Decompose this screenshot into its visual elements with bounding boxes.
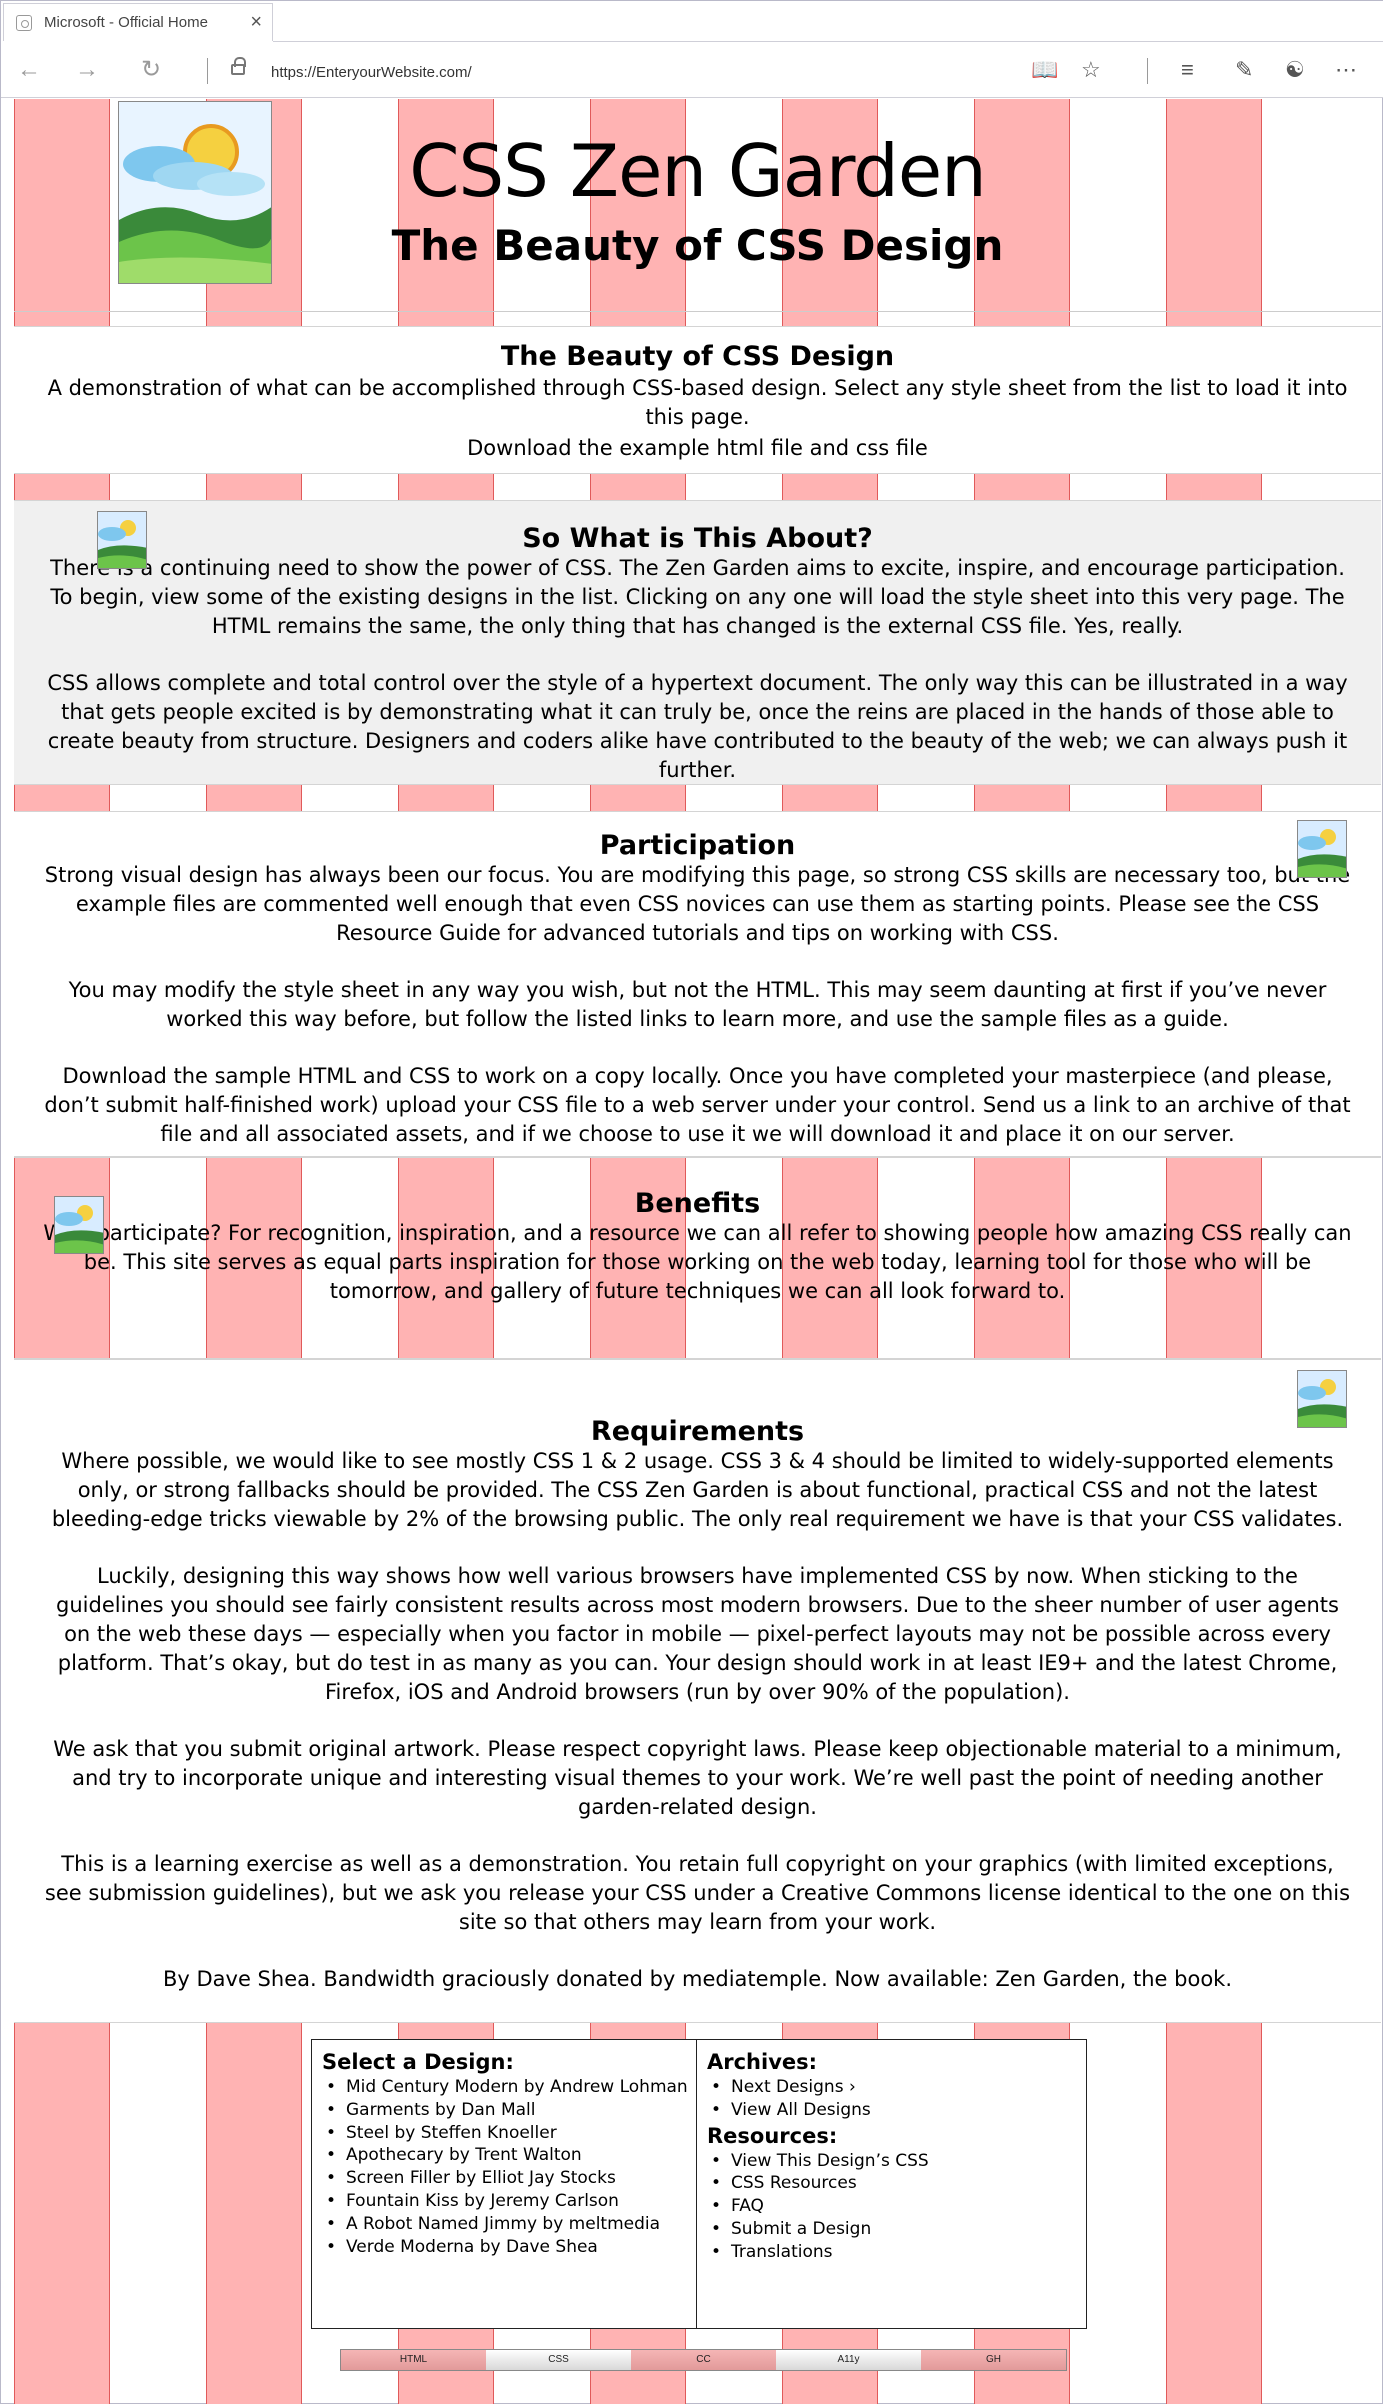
intro-download-link[interactable]: Download the example html file and css f… bbox=[42, 434, 1353, 463]
design-link[interactable]: Steel by Steffen Knoeller bbox=[322, 2122, 696, 2145]
view-css-link[interactable]: View This Design’s CSS bbox=[707, 2150, 1086, 2173]
tab-title: Microsoft - Official Home bbox=[44, 14, 208, 31]
lock-icon bbox=[231, 57, 246, 75]
requirements-heading: Requirements bbox=[590, 1416, 805, 1447]
requirements-credit: By Dave Shea. Bandwidth graciously donat… bbox=[162, 1967, 1233, 1991]
refresh-icon[interactable]: ↻ bbox=[141, 56, 161, 84]
benefits-section: Benefits Why participate? For recognitio… bbox=[14, 1157, 1381, 1359]
archives-heading: Archives: bbox=[707, 2050, 818, 2074]
site-subtitle: The Beauty of CSS Design bbox=[391, 221, 1004, 270]
tab-close-icon[interactable]: × bbox=[250, 11, 262, 34]
address-bar[interactable]: https://EnteryourWebsite.com/ bbox=[271, 64, 472, 81]
footer-links: HTML CSS CC A11y GH bbox=[340, 2349, 1067, 2371]
design-link[interactable]: Screen Filler by Elliot Jay Stocks bbox=[322, 2167, 696, 2190]
footer-html-link[interactable]: HTML bbox=[341, 2350, 486, 2370]
sidebar: Select a Design: Mid Century Modern by A… bbox=[311, 2039, 1087, 2329]
navigation-bar: ← → ↻ https://EnteryourWebsite.com/ 📖 ☆ … bbox=[1, 42, 1383, 98]
hub-icon[interactable]: ≡ bbox=[1181, 57, 1194, 83]
requirements-section: Requirements Where possible, we would li… bbox=[14, 1359, 1381, 2023]
design-link[interactable]: Fountain Kiss by Jeremy Carlson bbox=[322, 2190, 696, 2213]
about-heading: So What is This About? bbox=[522, 523, 873, 554]
select-design-heading: Select a Design: bbox=[322, 2050, 514, 2074]
footer-a11y-link[interactable]: A11y bbox=[776, 2350, 921, 2370]
back-icon[interactable]: ← bbox=[17, 56, 41, 84]
translations-link[interactable]: Translations bbox=[707, 2241, 1086, 2264]
page-content: CSS Zen Garden The Beauty of CSS Design … bbox=[14, 99, 1381, 2404]
participation-heading: Participation bbox=[599, 830, 796, 861]
design-link[interactable]: Mid Century Modern by Andrew Lohman bbox=[322, 2076, 696, 2099]
browser-tab[interactable]: Microsoft - Official Home × bbox=[3, 3, 273, 41]
tab-bar: Microsoft - Official Home × bbox=[1, 1, 1383, 42]
submit-design-link[interactable]: Submit a Design bbox=[707, 2218, 1086, 2241]
share-icon[interactable]: ☯ bbox=[1285, 57, 1305, 83]
about-section: So What is This About? There is a contin… bbox=[14, 500, 1381, 785]
favorite-star-icon[interactable]: ☆ bbox=[1081, 57, 1101, 83]
site-title: CSS Zen Garden bbox=[409, 129, 987, 213]
design-list: Mid Century Modern by Andrew Lohman Garm… bbox=[322, 2076, 696, 2258]
design-link[interactable]: Garments by Dan Mall bbox=[322, 2099, 696, 2122]
intro-text: A demonstration of what can be accomplis… bbox=[47, 376, 1348, 429]
footer-gh-link[interactable]: GH bbox=[921, 2350, 1066, 2370]
reading-view-icon[interactable]: 📖 bbox=[1031, 57, 1058, 83]
benefits-paragraph: Why participate? For recognition, inspir… bbox=[43, 1221, 1352, 1303]
more-icon[interactable]: ⋯ bbox=[1335, 57, 1357, 83]
landscape-icon bbox=[97, 511, 147, 569]
participation-paragraph: You may modify the style sheet in any wa… bbox=[68, 978, 1327, 1031]
requirements-paragraph: Luckily, designing this way shows how we… bbox=[56, 1564, 1339, 1704]
browser-window: Microsoft - Official Home × ← → ↻ https:… bbox=[0, 0, 1383, 2404]
design-link[interactable]: Apothecary by Trent Walton bbox=[322, 2144, 696, 2167]
participation-section: Participation Strong visual design has a… bbox=[14, 811, 1381, 1157]
header-divider bbox=[14, 311, 1381, 312]
design-select-panel: Select a Design: Mid Century Modern by A… bbox=[312, 2040, 697, 2328]
participation-paragraph: Download the sample HTML and CSS to work… bbox=[44, 1064, 1351, 1146]
faq-link[interactable]: FAQ bbox=[707, 2195, 1086, 2218]
intro-heading: The Beauty of CSS Design bbox=[500, 341, 895, 372]
nav-divider bbox=[207, 58, 208, 84]
requirements-paragraph: We ask that you submit original artwork.… bbox=[53, 1737, 1342, 1819]
page-favicon-icon bbox=[16, 15, 32, 31]
landscape-icon bbox=[54, 1196, 104, 1254]
view-all-designs-link[interactable]: View All Designs bbox=[707, 2099, 1086, 2122]
web-note-icon[interactable]: ✎ bbox=[1235, 57, 1253, 83]
intro-section: The Beauty of CSS Design A demonstration… bbox=[14, 326, 1381, 474]
participation-paragraph: Strong visual design has always been our… bbox=[44, 863, 1351, 945]
footer-cc-link[interactable]: CC bbox=[631, 2350, 776, 2370]
archives-list: Next Designs › View All Designs bbox=[707, 2076, 1086, 2122]
about-paragraph: There is a continuing need to show the p… bbox=[50, 556, 1345, 638]
requirements-paragraph: This is a learning exercise as well as a… bbox=[44, 1852, 1351, 1934]
landscape-icon bbox=[1297, 1370, 1347, 1428]
design-link[interactable]: A Robot Named Jimmy by meltmedia bbox=[322, 2213, 696, 2236]
archives-panel: Archives: Next Designs › View All Design… bbox=[697, 2040, 1086, 2328]
forward-icon[interactable]: → bbox=[75, 56, 99, 84]
resources-heading: Resources: bbox=[707, 2123, 838, 2148]
requirements-paragraph: Where possible, we would like to see mos… bbox=[51, 1449, 1344, 1531]
next-designs-link[interactable]: Next Designs › bbox=[707, 2076, 1086, 2099]
css-resources-link[interactable]: CSS Resources bbox=[707, 2172, 1086, 2195]
footer-css-link[interactable]: CSS bbox=[486, 2350, 631, 2370]
benefits-heading: Benefits bbox=[634, 1188, 761, 1219]
resources-list: View This Design’s CSS CSS Resources FAQ… bbox=[707, 2150, 1086, 2264]
page-header: CSS Zen Garden The Beauty of CSS Design bbox=[14, 99, 1381, 313]
toolbar-divider bbox=[1147, 58, 1148, 84]
about-paragraph: CSS allows complete and total control ov… bbox=[47, 671, 1348, 782]
landscape-icon bbox=[1297, 820, 1347, 878]
design-link[interactable]: Verde Moderna by Dave Shea bbox=[322, 2236, 696, 2259]
